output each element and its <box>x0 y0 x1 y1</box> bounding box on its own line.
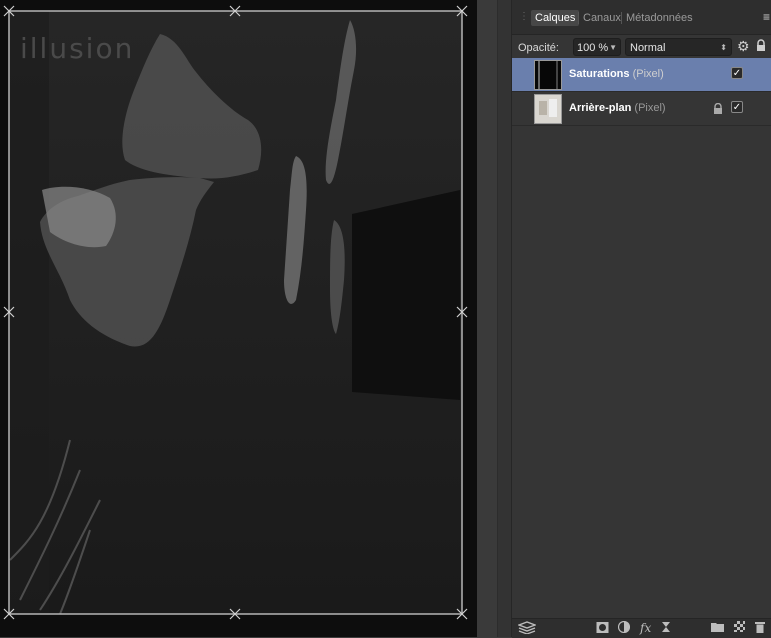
layer-name: Arrière-plan (Pixel) <box>569 102 666 114</box>
tab-metadonnees[interactable]: Métadonnées <box>622 10 697 26</box>
visibility-checkbox[interactable]: ✓ <box>731 101 743 113</box>
layers-stack-icon[interactable] <box>517 621 537 637</box>
drag-grip-icon[interactable]: ⋮⋮ <box>519 12 539 22</box>
hamburger-icon[interactable]: ≡ <box>763 10 770 24</box>
gutter-strip <box>497 0 512 637</box>
tab-canaux[interactable]: Canaux <box>579 10 625 26</box>
visibility-checkbox[interactable]: ✓ <box>731 67 743 79</box>
layer-thumbnail <box>534 60 562 90</box>
gear-icon[interactable]: ⚙ <box>737 38 750 55</box>
hourglass-icon[interactable] <box>661 621 671 636</box>
lock-icon[interactable] <box>713 102 723 120</box>
panel-tabbar: ⋮⋮ Calques Canaux Métadonnées ≡ <box>512 0 771 35</box>
lock-icon[interactable] <box>756 39 766 57</box>
checker-icon[interactable] <box>734 621 745 635</box>
canvas-image <box>0 0 477 637</box>
blend-mode-select[interactable]: Normal ⬍ <box>625 38 732 56</box>
opacity-label: Opacité: <box>518 42 559 54</box>
opacity-field[interactable]: 100 % ▼ <box>573 38 621 56</box>
stepper-arrows-icon: ⬍ <box>720 43 727 52</box>
layer-name: Saturations (Pixel) <box>569 68 664 80</box>
layers-panel: ⋮⋮ Calques Canaux Métadonnées ≡ Opacité:… <box>511 0 771 638</box>
tab-calques[interactable]: Calques <box>531 10 580 26</box>
adjustment-icon[interactable] <box>617 620 631 636</box>
layer-row-arriere-plan[interactable]: Arrière-plan (Pixel) ✓ <box>512 92 771 126</box>
folder-icon[interactable] <box>711 621 724 635</box>
document-canvas[interactable]: illusion <box>0 0 477 637</box>
opacity-value: 100 % <box>577 42 609 54</box>
panel-bottom-toolbar: fx <box>512 618 771 638</box>
watermark-text: illusion <box>20 32 135 65</box>
layers-list: Saturations (Pixel) ✓ Arrière-plan (Pixe… <box>512 58 771 126</box>
fx-icon[interactable]: fx <box>640 621 651 635</box>
chevron-down-icon: ▼ <box>609 43 617 52</box>
trash-icon[interactable] <box>755 621 765 636</box>
layer-row-saturations[interactable]: Saturations (Pixel) ✓ <box>512 58 771 92</box>
mask-icon[interactable] <box>596 621 609 637</box>
layer-thumbnail <box>534 94 562 124</box>
layer-options-bar: Opacité: 100 % ▼ Normal ⬍ ⚙ <box>512 35 771 59</box>
blend-mode-value: Normal <box>630 42 666 54</box>
